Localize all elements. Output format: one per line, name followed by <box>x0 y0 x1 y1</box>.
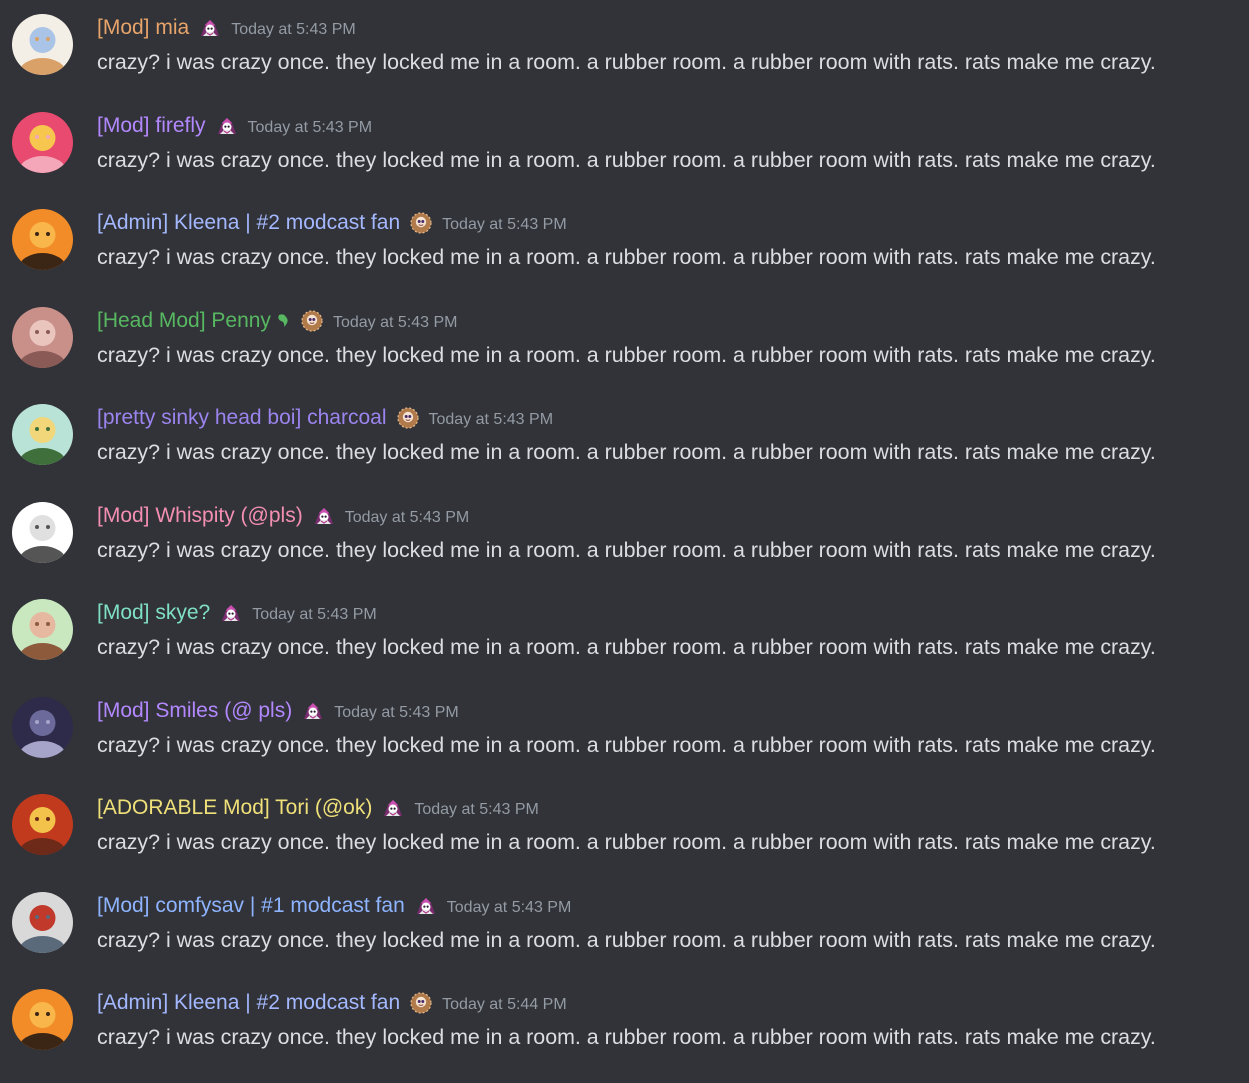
message-header: [Admin] Kleena | #2 modcast fan Today at … <box>97 209 567 237</box>
timestamp[interactable]: Today at 5:43 PM <box>442 208 567 239</box>
admin-role-icon[interactable] <box>409 211 433 235</box>
message-content: crazy? i was crazy once. they locked me … <box>97 245 1156 269</box>
admin-role-icon[interactable] <box>396 406 420 430</box>
avatar[interactable] <box>12 14 73 75</box>
username[interactable]: [Mod] skye? <box>97 599 210 627</box>
timestamp[interactable]: Today at 5:43 PM <box>345 501 470 532</box>
username[interactable]: [Head Mod] Penny <box>97 307 271 335</box>
username[interactable]: [Mod] Smiles (@ pls) <box>97 697 292 725</box>
username[interactable]: [Mod] Whispity (@pls) <box>97 502 303 530</box>
mod-role-icon[interactable] <box>301 699 325 723</box>
message-item[interactable]: [Mod] skye? Today at 5:43 PM crazy? i was … <box>0 585 1249 682</box>
message-item[interactable]: [Mod] Whispity (@pls) Today at 5:43 PM cra… <box>0 488 1249 585</box>
username[interactable]: [pretty sinky head boi] charcoal <box>97 404 387 432</box>
message-item[interactable]: [Mod] firefly Today at 5:43 PM crazy? i wa… <box>0 98 1249 195</box>
message-header: [Mod] firefly Today at 5:43 PM <box>97 112 372 140</box>
timestamp[interactable]: Today at 5:43 PM <box>252 598 377 629</box>
username[interactable]: [Admin] Kleena | #2 modcast fan <box>97 209 400 237</box>
message-content: crazy? i was crazy once. they locked me … <box>97 440 1156 464</box>
heart-icon <box>277 313 291 329</box>
message-header: [Head Mod] Penny Today at 5:43 PM <box>97 307 457 335</box>
username[interactable]: [Admin] Kleena | #2 modcast fan <box>97 989 400 1017</box>
message-item[interactable]: [Mod] comfysav | #1 modcast fan Today at … <box>0 878 1249 975</box>
message-header: [Mod] mia Today at 5:43 PM <box>97 14 356 42</box>
mod-role-icon[interactable] <box>414 894 438 918</box>
timestamp[interactable]: Today at 5:43 PM <box>248 111 373 142</box>
message-header: [pretty sinky head boi] charcoal Today at… <box>97 404 553 432</box>
message-header: [Mod] skye? Today at 5:43 PM <box>97 599 377 627</box>
message-header: [ADORABLE Mod] Tori (@ok) Today at 5:43 P… <box>97 794 539 822</box>
message-content: crazy? i was crazy once. they locked me … <box>97 50 1156 74</box>
username[interactable]: [Mod] firefly <box>97 112 206 140</box>
avatar[interactable] <box>12 502 73 563</box>
message-content: crazy? i was crazy once. they locked me … <box>97 928 1156 952</box>
message-content: crazy? i was crazy once. they locked me … <box>97 1025 1156 1049</box>
avatar[interactable] <box>12 209 73 270</box>
message-header: [Mod] Whispity (@pls) Today at 5:43 PM <box>97 502 469 530</box>
message-header: [Admin] Kleena | #2 modcast fan Today at … <box>97 989 567 1017</box>
mod-role-icon[interactable] <box>198 16 222 40</box>
message-header: [Mod] Smiles (@ pls) Today at 5:43 PM <box>97 697 459 725</box>
timestamp[interactable]: Today at 5:43 PM <box>231 13 356 44</box>
message-item[interactable]: [Mod] Smiles (@ pls) Today at 5:43 PM craz… <box>0 683 1249 780</box>
timestamp[interactable]: Today at 5:44 PM <box>442 988 567 1019</box>
avatar[interactable] <box>12 697 73 758</box>
username[interactable]: [ADORABLE Mod] Tori (@ok) <box>97 794 372 822</box>
message-header: [Mod] comfysav | #1 modcast fan Today at … <box>97 892 571 920</box>
avatar[interactable] <box>12 404 73 465</box>
message-list: [Mod] mia Today at 5:43 PM crazy? i was cr… <box>0 0 1249 1083</box>
mod-role-icon[interactable] <box>215 114 239 138</box>
message-content: crazy? i was crazy once. they locked me … <box>97 148 1156 172</box>
message-item[interactable]: [Head Mod] Penny Today at 5:43 PM crazy? i… <box>0 293 1249 390</box>
message-item[interactable]: [Admin] Kleena | #2 modcast fan Today at … <box>0 195 1249 292</box>
avatar[interactable] <box>12 794 73 855</box>
message-content: crazy? i was crazy once. they locked me … <box>97 538 1156 562</box>
avatar[interactable] <box>12 112 73 173</box>
username[interactable]: [Mod] comfysav | #1 modcast fan <box>97 892 405 920</box>
timestamp[interactable]: Today at 5:43 PM <box>334 696 459 727</box>
mod-role-icon[interactable] <box>219 601 243 625</box>
admin-role-icon[interactable] <box>409 991 433 1015</box>
avatar[interactable] <box>12 599 73 660</box>
avatar[interactable] <box>12 892 73 953</box>
avatar[interactable] <box>12 307 73 368</box>
timestamp[interactable]: Today at 5:43 PM <box>414 793 539 824</box>
message-item[interactable]: [Admin] Kleena | #2 modcast fan Today at … <box>0 975 1249 1072</box>
message-content: crazy? i was crazy once. they locked me … <box>97 635 1156 659</box>
message-item[interactable]: [Mod] mia Today at 5:43 PM crazy? i was cr… <box>0 0 1249 97</box>
mod-role-icon[interactable] <box>312 504 336 528</box>
message-content: crazy? i was crazy once. they locked me … <box>97 733 1156 757</box>
message-content: crazy? i was crazy once. they locked me … <box>97 830 1156 854</box>
mod-role-icon[interactable] <box>381 796 405 820</box>
message-item[interactable]: [pretty sinky head boi] charcoal Today at… <box>0 390 1249 487</box>
message-content: crazy? i was crazy once. they locked me … <box>97 343 1156 367</box>
timestamp[interactable]: Today at 5:43 PM <box>333 306 458 337</box>
timestamp[interactable]: Today at 5:43 PM <box>429 403 554 434</box>
timestamp[interactable]: Today at 5:43 PM <box>447 891 572 922</box>
avatar[interactable] <box>12 989 73 1050</box>
message-item[interactable]: [ADORABLE Mod] Tori (@ok) Today at 5:43 P… <box>0 780 1249 877</box>
admin-role-icon[interactable] <box>300 309 324 333</box>
username[interactable]: [Mod] mia <box>97 14 189 42</box>
